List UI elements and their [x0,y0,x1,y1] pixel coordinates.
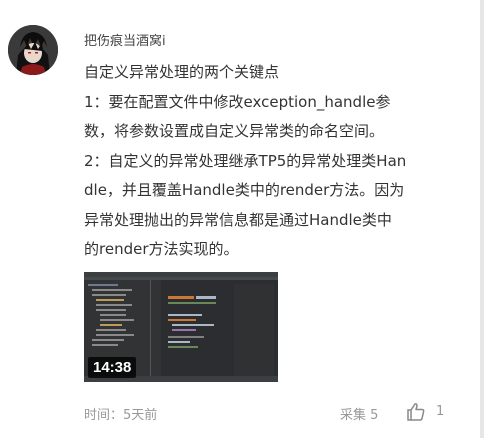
thumbs-up-glyph [407,403,425,421]
comment-line: 2：自定义的异常处理继承TP5的异常处理类Han [84,151,407,170]
comment-line: 的render方法实现的。 [84,240,239,258]
comment-footer: 时间：5天前 采集 5 1 [84,402,456,423]
comment-line: dle，并且覆盖Handle类中的render方法。因为 [84,181,405,199]
post-time: 时间：5天前 [84,408,158,423]
comment-line: 数，将参数设置成自定义异常类的命名空间。 [84,122,385,140]
avatar[interactable] [8,25,58,75]
collect-button[interactable]: 采集 5 [340,404,378,423]
comment-line: 1：要在配置文件中修改exception_handle参 [84,92,391,111]
comment-line: 自定义异常处理的两个关键点 [84,63,280,81]
video-thumbnail[interactable]: 14:38 [84,272,278,382]
video-duration: 14:38 [88,357,137,378]
avatar-image [8,25,58,75]
username[interactable]: 把伤痕当酒窝i [84,30,166,49]
comment-line: 异常处理抛出的异常信息都是通过Handle类中 [84,210,392,229]
thumbs-up-icon[interactable] [406,402,426,422]
comment-text: 自定义异常处理的两个关键点 1：要在配置文件中修改exception_handl… [84,58,466,265]
like-count: 1 [436,404,445,419]
scrollbar[interactable] [480,0,484,438]
